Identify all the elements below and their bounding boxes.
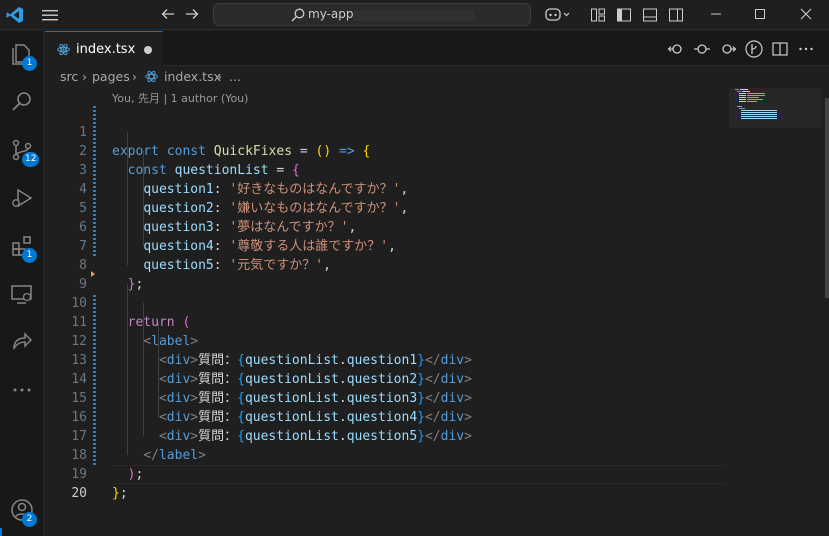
maximize-icon[interactable]: [752, 6, 768, 22]
accounts-button[interactable]: 2: [6, 494, 38, 527]
minimize-icon[interactable]: [708, 6, 724, 22]
git-compare-icon[interactable]: [745, 40, 763, 58]
activity-bar: 1 12 1 2: [0, 31, 44, 536]
breadcrumb: src › pages › index.tsx › ...: [45, 66, 829, 88]
tab-label: index.tsx: [76, 42, 136, 57]
code-line: 18 );: [71, 448, 144, 482]
toggle-secondary-sidebar-icon[interactable]: [668, 7, 684, 23]
breadcrumb-symbol[interactable]: ...: [229, 69, 241, 84]
more-actions-icon[interactable]: [797, 40, 815, 58]
code-line: 1 export const QuickFixes = () => {: [79, 125, 371, 159]
run-debug-icon: [12, 188, 33, 208]
split-editor-icon[interactable]: [771, 40, 789, 58]
timeline-prev-icon[interactable]: [667, 40, 685, 58]
remote-explorer-button[interactable]: [6, 278, 38, 310]
close-icon[interactable]: [798, 6, 814, 22]
run-debug-button[interactable]: [6, 182, 38, 214]
extensions-button[interactable]: 1: [6, 230, 38, 263]
code-line: 14 <div>質問：{questionList.question3}</div…: [71, 372, 472, 406]
toggle-primary-sidebar-icon[interactable]: [616, 7, 632, 23]
code-line: 17 </label>: [71, 429, 206, 463]
code-line: 19 };: [71, 467, 128, 501]
search-view-button[interactable]: [6, 86, 38, 118]
timeline-commit-icon[interactable]: [693, 40, 711, 58]
timeline-next-icon[interactable]: [719, 40, 737, 58]
code-line: 5 question3: '夢はなんですか？',: [79, 201, 357, 235]
code-line: 6 question4: '尊敬する人は誰ですか？',: [79, 220, 396, 254]
code-line: 8 };: [79, 258, 144, 292]
code-line: 16 <div>質問：{questionList.question5}</div…: [71, 410, 472, 444]
code-line: 12 <div>質問：{questionList.question1}</div…: [71, 334, 472, 368]
vscode-logo-icon: [6, 7, 23, 23]
live-share-icon: [13, 332, 33, 351]
code-line: 7 question5: '元気ですか？',: [79, 239, 331, 273]
toggle-panel-icon[interactable]: [642, 7, 658, 23]
code-line: 10 return (: [71, 296, 191, 330]
chevron-right-icon: ›: [82, 69, 87, 84]
extensions-badge: 1: [22, 248, 37, 263]
code-line: 13 <div>質問：{questionList.question2}</div…: [71, 353, 472, 387]
code-line: 3 question1: '好きなものはなんですか？',: [79, 163, 409, 197]
ellipsis-icon: [13, 388, 31, 392]
live-share-button[interactable]: [6, 326, 38, 358]
minimap-preview: [735, 89, 777, 119]
accounts-badge: 2: [22, 512, 37, 527]
code-line: 2 const questionList = {: [79, 144, 300, 178]
copilot-icon[interactable]: [545, 6, 571, 24]
unsaved-dot-icon[interactable]: [144, 46, 152, 54]
code-line: 4 question2: '嫌いなものはなんですか？',: [79, 182, 409, 216]
search-icon: [291, 8, 305, 22]
search-text: my-app: [308, 7, 354, 21]
explorer-badge: 1: [22, 56, 37, 71]
react-icon: [57, 43, 70, 56]
title-bar: my-app: [0, 0, 829, 30]
scm-badge: 12: [22, 152, 40, 167]
code-line: 11 <label>: [71, 315, 199, 349]
back-arrow-icon[interactable]: [160, 6, 176, 22]
chevron-right-icon: ›: [217, 69, 222, 84]
more-views-button[interactable]: [6, 374, 38, 406]
minimap[interactable]: [729, 88, 829, 536]
tab-bar: index.tsx: [45, 31, 829, 66]
explorer-button[interactable]: 1: [6, 38, 38, 71]
customize-layout-icon[interactable]: [590, 7, 606, 23]
code-line: 15 <div>質問：{questionList.question4}</div…: [71, 391, 472, 425]
command-center-search[interactable]: my-app: [213, 3, 531, 26]
chevron-right-icon: ›: [132, 69, 137, 84]
breadcrumb-src[interactable]: src: [60, 69, 78, 84]
breadcrumb-pages[interactable]: pages: [92, 69, 130, 84]
redacted-area: [353, 10, 475, 21]
react-icon: [145, 70, 158, 83]
code-editor[interactable]: You, 先月 | 1 author (You) 1 export const …: [45, 88, 829, 536]
code-line-current: 20: [71, 486, 87, 501]
activity-indicator: [0, 528, 2, 536]
tab-index-tsx[interactable]: index.tsx: [45, 31, 163, 66]
forward-arrow-icon[interactable]: [184, 6, 200, 22]
search-icon: [12, 92, 31, 111]
code-line: 9: [79, 277, 87, 292]
source-control-button[interactable]: 12: [6, 134, 40, 167]
vertical-scrollbar[interactable]: [825, 98, 829, 298]
remote-explorer-icon: [11, 285, 32, 304]
breadcrumb-file[interactable]: index.tsx: [164, 69, 221, 84]
menu-icon[interactable]: [42, 9, 58, 21]
